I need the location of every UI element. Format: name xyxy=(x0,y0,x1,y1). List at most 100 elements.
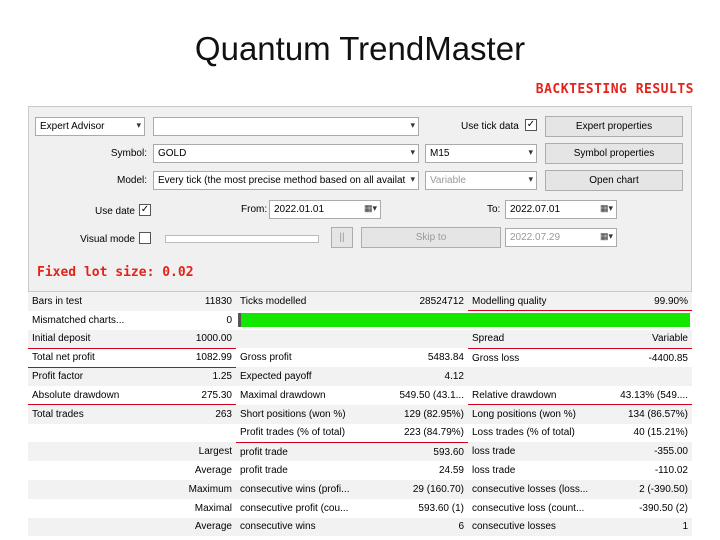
table-row: Initial deposit 1000.00 Spread Variable xyxy=(28,329,692,349)
average-label: Average xyxy=(132,461,236,480)
mode-select[interactable]: Expert Advisor ▾ xyxy=(35,117,145,136)
visual-mode-checkbox[interactable] xyxy=(139,232,151,244)
maximal-consecutive-loss-label: consecutive loss (count... xyxy=(468,498,592,518)
total-net-profit-label: Total net profit xyxy=(28,348,132,368)
calendar-icon: ▦▾ xyxy=(363,203,377,213)
average-consecutive-wins-value: 6 xyxy=(358,517,468,537)
empty-cell xyxy=(358,329,468,349)
period-select-value: M15 xyxy=(430,148,450,159)
total-net-profit-value: 1082.99 xyxy=(132,348,236,368)
symbol-properties-button[interactable]: Symbol properties xyxy=(545,143,683,164)
pause-button[interactable]: || xyxy=(331,227,353,248)
average-consecutive-losses-label: consecutive losses xyxy=(468,517,592,537)
max-consecutive-wins-value: 29 (160.70) xyxy=(358,479,468,499)
empty-cell xyxy=(28,423,132,443)
profit-trades-label: Profit trades (% of total) xyxy=(236,423,358,443)
loss-trades-label: Loss trades (% of total) xyxy=(468,423,592,443)
table-row: Largest profit trade 593.60 loss trade -… xyxy=(28,442,692,462)
empty-cell xyxy=(28,479,132,499)
from-date-picker[interactable]: 2022.01.01 ▦▾ xyxy=(269,200,381,219)
profit-factor-label: Profit factor xyxy=(28,367,132,386)
max-consecutive-losses-value: 2 (-390.50) xyxy=(592,479,692,499)
fixed-lot-note: Fixed lot size: 0.02 xyxy=(37,265,194,280)
spread-select-value: Variable xyxy=(430,175,466,186)
empty-cell xyxy=(236,329,358,349)
table-row: Absolute drawdown 275.30 Maximal drawdow… xyxy=(28,385,692,406)
largest-loss-trade-value: -355.00 xyxy=(592,442,692,462)
largest-label: Largest xyxy=(132,442,236,462)
expected-payoff-label: Expected payoff xyxy=(236,367,358,386)
average-profit-trade-label: profit trade xyxy=(236,461,358,480)
empty-cell xyxy=(28,442,132,462)
expert-select[interactable]: ▾ xyxy=(153,117,419,136)
table-row: Average consecutive wins 6 consecutive l… xyxy=(28,517,692,537)
absolute-drawdown-label: Absolute drawdown xyxy=(28,385,132,406)
long-positions-value: 134 (86.57%) xyxy=(592,404,692,424)
to-date-picker[interactable]: 2022.07.01 ▦▾ xyxy=(505,200,617,219)
from-date-value: 2022.01.01 xyxy=(274,204,325,215)
calendar-icon: ▦▾ xyxy=(599,231,613,241)
expert-properties-button[interactable]: Expert properties xyxy=(545,116,683,137)
skip-to-button[interactable]: Skip to xyxy=(361,227,501,248)
table-row: Total trades 263 Short positions (won %)… xyxy=(28,404,692,424)
modelling-quality-label: Modelling quality xyxy=(468,292,592,312)
spread-value: Variable xyxy=(592,329,692,349)
max-consecutive-wins-label: consecutive wins (profi... xyxy=(236,479,358,499)
maximal-consecutive-profit-value: 593.60 (1) xyxy=(358,498,468,518)
model-label: Model: xyxy=(116,175,147,186)
empty-cell xyxy=(28,498,132,518)
relative-drawdown-label: Relative drawdown xyxy=(468,385,592,406)
average-consecutive-losses-value: 1 xyxy=(592,517,692,537)
empty-cell xyxy=(592,367,692,386)
use-date-checkbox[interactable]: ✓ xyxy=(139,204,151,216)
profit-factor-value: 1.25 xyxy=(132,367,236,386)
largest-profit-trade-value: 593.60 xyxy=(358,442,468,462)
chevron-down-icon: ▾ xyxy=(528,174,533,184)
tester-settings-panel: Expert Advisor ▾ ▾ Use tick data ✓ Exper… xyxy=(28,106,692,292)
visual-speed-slider[interactable] xyxy=(165,235,319,243)
maximal-drawdown-value: 549.50 (43.1... xyxy=(358,385,468,405)
largest-loss-trade-label: loss trade xyxy=(468,442,592,462)
skip-date-value: 2022.07.29 xyxy=(510,232,561,243)
chevron-down-icon: ▾ xyxy=(410,174,415,184)
table-row: Total net profit 1082.99 Gross profit 54… xyxy=(28,348,692,368)
chevron-down-icon: ▾ xyxy=(410,120,415,130)
open-chart-button[interactable]: Open chart xyxy=(545,170,683,191)
table-row: Average profit trade 24.59 loss trade -1… xyxy=(28,461,692,480)
initial-deposit-value: 1000.00 xyxy=(132,329,236,349)
empty-cell xyxy=(28,517,132,537)
skip-date-picker: 2022.07.29 ▦▾ xyxy=(505,228,617,247)
slide-title: Quantum TrendMaster xyxy=(194,30,526,67)
bars-in-test-value: 11830 xyxy=(132,292,236,311)
loss-trades-value: 40 (15.21%) xyxy=(592,423,692,443)
use-tick-data-label: Use tick data xyxy=(461,121,519,132)
model-select[interactable]: Every tick (the most precise method base… xyxy=(153,171,419,190)
initial-deposit-label: Initial deposit xyxy=(28,329,132,349)
symbol-select[interactable]: GOLD ▾ xyxy=(153,144,419,163)
spread-select: Variable ▾ xyxy=(425,171,537,190)
empty-cell xyxy=(132,423,236,443)
mismatched-charts-value: 0 xyxy=(132,310,236,330)
maximal-consecutive-loss-value: -390.50 (2) xyxy=(592,498,692,518)
modelling-quality-bar xyxy=(238,313,690,328)
gross-profit-value: 5483.84 xyxy=(358,348,468,368)
use-tick-data-checkbox[interactable]: ✓ xyxy=(525,119,537,131)
table-row: Mismatched charts... 0 xyxy=(28,310,692,330)
period-select[interactable]: M15 ▾ xyxy=(425,144,537,163)
gross-loss-label: Gross loss xyxy=(468,348,592,368)
table-row: Profit factor 1.25 Expected payoff 4.12 xyxy=(28,367,692,386)
symbol-label: Symbol: xyxy=(110,148,147,159)
symbol-select-value: GOLD xyxy=(158,148,187,159)
modelling-quality-bar-cell xyxy=(236,310,692,330)
total-trades-value: 263 xyxy=(132,404,236,424)
average-profit-trade-value: 24.59 xyxy=(358,461,468,480)
total-trades-label: Total trades xyxy=(28,404,132,424)
absolute-drawdown-value: 275.30 xyxy=(132,385,236,406)
long-positions-label: Long positions (won %) xyxy=(468,404,592,424)
short-positions-label: Short positions (won %) xyxy=(236,404,358,424)
table-row: Maximal consecutive profit (cou... 593.6… xyxy=(28,498,692,518)
table-row: Maximum consecutive wins (profi... 29 (1… xyxy=(28,479,692,499)
maximal-drawdown-label: Maximal drawdown xyxy=(236,385,358,405)
mismatched-charts-label: Mismatched charts... xyxy=(28,310,132,330)
to-date-value: 2022.07.01 xyxy=(510,204,561,215)
